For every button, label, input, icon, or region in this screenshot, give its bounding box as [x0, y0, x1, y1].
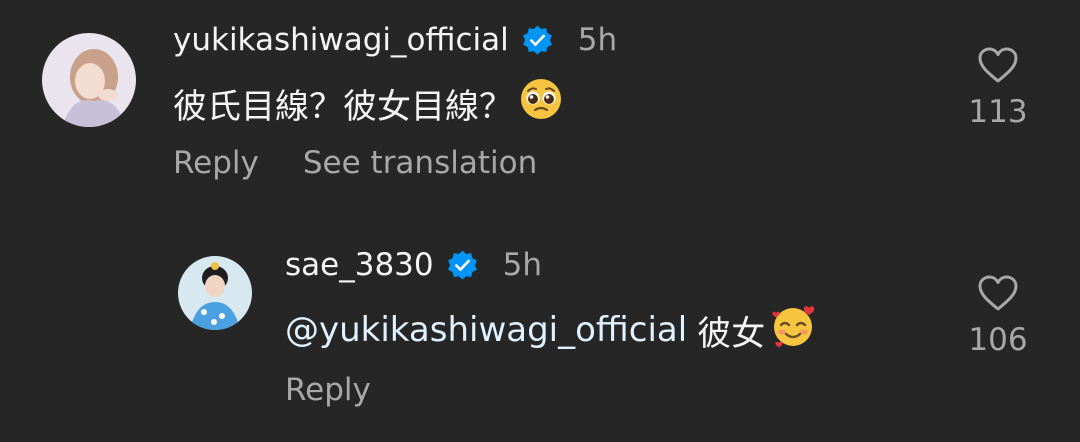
see-translation-button[interactable]: See translation [303, 145, 537, 181]
comment-text: 彼女 [697, 313, 766, 354]
like-count: 106 [968, 322, 1028, 358]
comment-username[interactable]: yukikashiwagi_official [173, 22, 509, 58]
verified-badge-icon [446, 249, 479, 282]
avatar[interactable] [42, 33, 136, 127]
reply-button[interactable]: Reply [285, 372, 371, 408]
smiling-face-with-hearts-emoji-icon [771, 304, 817, 357]
heart-icon[interactable] [958, 274, 1038, 316]
pleading-face-emoji-icon [519, 77, 563, 130]
reply-button[interactable]: Reply [173, 145, 259, 181]
like-count: 113 [968, 94, 1028, 130]
comment-timestamp: 5h [577, 22, 618, 58]
heart-icon[interactable] [958, 46, 1038, 88]
comment-timestamp: 5h [502, 247, 542, 283]
like-section: 113 [958, 46, 1038, 130]
mention-link[interactable]: @yukikashiwagi_official [285, 310, 687, 350]
comment-text: 彼氏目線？彼女目線？ [173, 86, 513, 127]
avatar[interactable] [178, 256, 252, 330]
verified-badge-icon [521, 24, 554, 57]
comment-username[interactable]: sae_3830 [285, 247, 434, 283]
like-section: 106 [958, 274, 1038, 358]
